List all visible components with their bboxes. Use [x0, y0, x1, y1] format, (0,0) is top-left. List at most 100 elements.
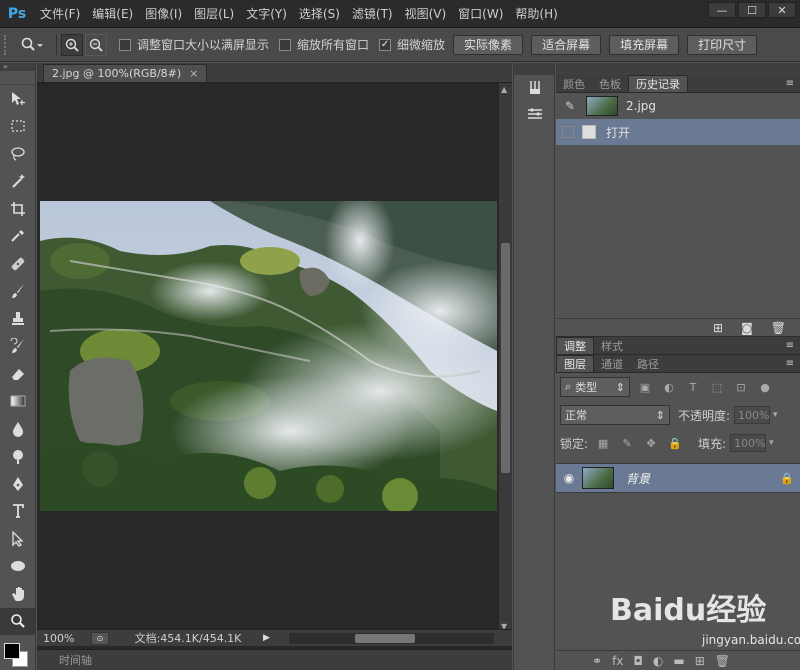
vertical-scroll-thumb[interactable] — [501, 243, 510, 473]
pen-tool-icon[interactable] — [0, 470, 36, 498]
chevron-down-icon[interactable]: ▾ — [773, 410, 778, 420]
move-tool-icon[interactable] — [0, 85, 36, 113]
new-document-from-state-icon[interactable]: ⊞ — [713, 321, 723, 335]
menu-image[interactable]: 图像(I) — [139, 0, 188, 27]
filter-adjustment-icon[interactable]: ◐ — [660, 378, 678, 396]
checkbox-box-checked[interactable]: ✓ — [379, 38, 392, 51]
tab-adjustments[interactable]: 调整 — [556, 337, 594, 354]
history-state-checkbox[interactable] — [562, 126, 574, 138]
lock-image-icon[interactable]: ✎ — [618, 434, 636, 452]
lock-position-icon[interactable]: ✥ — [642, 434, 660, 452]
zoom-tool-preset-icon[interactable] — [12, 33, 52, 57]
brush-presets-icon[interactable] — [514, 75, 556, 101]
type-tool-icon[interactable] — [0, 498, 36, 526]
tab-channels[interactable]: 通道 — [594, 355, 630, 372]
filter-type-icon[interactable]: T — [684, 378, 702, 396]
minimize-button[interactable]: — — [708, 2, 736, 18]
healing-brush-tool-icon[interactable] — [0, 250, 36, 278]
lock-all-icon[interactable]: 🔒 — [666, 434, 684, 452]
panel-menu-icon[interactable]: ≡ — [786, 340, 794, 351]
checkbox-box[interactable] — [279, 38, 292, 51]
hand-tool-icon[interactable] — [0, 580, 36, 608]
tab-styles[interactable]: 样式 — [594, 337, 630, 354]
brush-tool-icon[interactable] — [0, 278, 36, 306]
chevron-down-icon[interactable]: ▾ — [769, 438, 774, 448]
menu-type[interactable]: 文字(Y) — [240, 0, 293, 27]
zoom-level[interactable]: 100% — [37, 632, 87, 645]
eye-icon[interactable]: ◉ — [556, 471, 582, 485]
options-grip[interactable] — [4, 34, 12, 55]
close-button[interactable]: ✕ — [768, 2, 796, 18]
print-size-button[interactable]: 打印尺寸 — [687, 34, 758, 55]
zoom-tool-icon[interactable] — [0, 607, 36, 635]
menu-view[interactable]: 视图(V) — [399, 0, 453, 27]
toolbox-grip[interactable] — [0, 71, 35, 85]
history-brush-tool-icon[interactable] — [0, 333, 36, 361]
menu-filter[interactable]: 滤镜(T) — [346, 0, 399, 27]
history-snapshot[interactable]: ✎ 2.jpg — [556, 93, 800, 119]
layer-name[interactable]: 背景 — [626, 470, 774, 487]
layer-item[interactable]: ◉ 背景 🔒 — [556, 463, 800, 493]
fill-screen-button[interactable]: 填充屏幕 — [609, 34, 680, 55]
menu-window[interactable]: 窗口(W) — [452, 0, 509, 27]
new-snapshot-icon[interactable]: ◙ — [741, 321, 753, 335]
filter-smart-object-icon[interactable]: ⊡ — [732, 378, 750, 396]
color-swatches[interactable] — [0, 635, 36, 670]
magic-wand-tool-icon[interactable] — [0, 168, 36, 196]
right-panels-collapse[interactable] — [556, 63, 800, 75]
history-brush-source-icon[interactable]: ✎ — [560, 99, 580, 113]
tab-color[interactable]: 颜色 — [556, 75, 592, 92]
fill-input[interactable]: 100% — [730, 434, 767, 452]
filter-pixel-icon[interactable]: ▣ — [636, 378, 654, 396]
vertical-scrollbar[interactable]: ▲ ▼ — [499, 83, 512, 633]
tab-swatches[interactable]: 色板 — [592, 75, 628, 92]
layer-filter-select[interactable]: ⌕ 类型 ⇕ — [560, 377, 630, 397]
filter-toggle-icon[interactable]: ● — [756, 378, 774, 396]
menu-select[interactable]: 选择(S) — [293, 0, 346, 27]
scrubby-zoom-checkbox[interactable]: ✓ 细微缩放 — [379, 36, 445, 53]
dock-collapse[interactable] — [514, 63, 554, 75]
lasso-tool-icon[interactable] — [0, 140, 36, 168]
zoom-in-icon[interactable] — [61, 33, 83, 56]
checkbox-box[interactable] — [119, 38, 131, 51]
history-state[interactable]: 打开 — [556, 119, 800, 145]
menu-help[interactable]: 帮助(H) — [509, 0, 563, 27]
delete-state-icon[interactable]: 🗑 — [771, 321, 786, 335]
zoom-out-icon[interactable] — [85, 33, 107, 56]
clone-stamp-tool-icon[interactable] — [0, 305, 36, 333]
crop-tool-icon[interactable] — [0, 195, 36, 223]
status-menu-icon[interactable]: ▶ — [263, 633, 270, 643]
tab-layers[interactable]: 图层 — [556, 355, 594, 372]
status-info-icon[interactable]: ⊙ — [91, 631, 109, 645]
opacity-input[interactable]: 100% — [734, 406, 771, 424]
ellipse-tool-icon[interactable] — [0, 553, 36, 581]
path-selection-tool-icon[interactable] — [0, 525, 36, 553]
lock-transparent-icon[interactable]: ▦ — [594, 434, 612, 452]
document-tab[interactable]: 2.jpg @ 100%(RGB/8#) × — [43, 64, 208, 82]
zoom-all-checkbox[interactable]: 缩放所有窗口 — [279, 36, 369, 53]
blur-tool-icon[interactable] — [0, 415, 36, 443]
eraser-tool-icon[interactable] — [0, 360, 36, 388]
gradient-tool-icon[interactable] — [0, 388, 36, 416]
scroll-up-icon[interactable]: ▲ — [501, 85, 507, 94]
foreground-color[interactable] — [4, 643, 20, 659]
close-tab-icon[interactable]: × — [189, 67, 198, 80]
restore-button[interactable]: ☐ — [738, 2, 766, 18]
actual-pixels-button[interactable]: 实际像素 — [453, 34, 524, 55]
image-canvas[interactable] — [40, 201, 497, 511]
resize-windows-checkbox[interactable]: 调整窗口大小以满屏显示 — [119, 36, 269, 53]
tab-history[interactable]: 历史记录 — [628, 75, 688, 92]
marquee-tool-icon[interactable] — [0, 113, 36, 141]
tab-paths[interactable]: 路径 — [630, 355, 666, 372]
menu-edit[interactable]: 编辑(E) — [86, 0, 139, 27]
fit-screen-button[interactable]: 适合屏幕 — [531, 34, 602, 55]
panel-menu-icon[interactable]: ≡ — [786, 358, 794, 369]
dodge-tool-icon[interactable] — [0, 443, 36, 471]
toolbox-collapse[interactable]: » — [0, 63, 35, 71]
tool-presets-icon[interactable] — [514, 101, 556, 127]
eyedropper-tool-icon[interactable] — [0, 223, 36, 251]
timeline-panel[interactable]: 时间轴 — [37, 649, 512, 670]
menu-layer[interactable]: 图层(L) — [188, 0, 240, 27]
blend-mode-select[interactable]: 正常 ⇕ — [560, 405, 670, 425]
filter-shape-icon[interactable]: ⬚ — [708, 378, 726, 396]
